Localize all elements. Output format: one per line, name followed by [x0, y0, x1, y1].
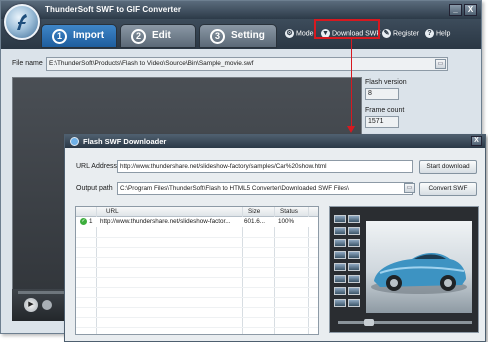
tab-number: 3 — [210, 29, 225, 44]
thumbnail[interactable] — [348, 299, 360, 307]
url-address-input[interactable]: http://www.thundershare.net/slideshow-fa… — [117, 160, 413, 173]
tab-number: 1 — [52, 29, 67, 44]
play-icon: ▶ — [28, 301, 34, 308]
thumbnail[interactable] — [334, 299, 346, 307]
dialog-close-button[interactable]: X — [471, 136, 482, 146]
swf-downloader-dialog: Flash SWF Downloader X URL Address http:… — [64, 134, 486, 342]
convert-swf-button[interactable]: Convert SWF — [419, 182, 477, 196]
row-divider — [76, 307, 318, 308]
download-swf-highlight — [314, 19, 380, 39]
column-header-size[interactable]: Size — [248, 208, 260, 215]
gear-icon: ⚙ — [285, 29, 294, 38]
table-row[interactable]: ✓ 1 http://www.thundershare.net/slidesho… — [76, 217, 318, 227]
tab-label: Import — [73, 30, 105, 41]
car-preview-image — [366, 221, 472, 313]
preview-slider-handle[interactable] — [364, 319, 374, 326]
output-path-value: C:\Program Files\ThunderSoft\Flash to HT… — [120, 185, 349, 192]
connector-arrow-icon — [347, 126, 355, 133]
tab-number: 2 — [131, 29, 146, 44]
tab-label: Edit — [152, 30, 171, 41]
row-number: 1 — [89, 218, 93, 225]
thumbnail[interactable] — [348, 275, 360, 283]
dialog-app-icon — [70, 137, 79, 146]
file-name-field[interactable]: E:\ThunderSoft\Products\Flash to Video\S… — [46, 57, 448, 71]
register-label: Register — [393, 30, 420, 38]
row-divider — [76, 257, 318, 258]
output-path-label: Output path — [76, 185, 113, 192]
preview-slider-track[interactable] — [338, 321, 472, 324]
flash-version-label: Flash version — [365, 79, 407, 86]
row-url: http://www.thundershare.net/slideshow-fa… — [100, 218, 231, 225]
row-divider — [76, 237, 318, 238]
car-image — [371, 253, 467, 294]
thumbnail[interactable] — [334, 287, 346, 295]
connector-line — [351, 39, 352, 128]
mode-button[interactable]: ⚙ Mode — [285, 29, 314, 38]
close-button[interactable]: X — [464, 4, 477, 16]
tab-setting[interactable]: 3 Setting — [199, 24, 277, 48]
folder-icon: ▭ — [406, 185, 413, 191]
thumbnail[interactable] — [334, 227, 346, 235]
row-divider — [76, 277, 318, 278]
tab-label: Setting — [231, 30, 265, 41]
play-button[interactable]: ▶ — [24, 298, 38, 312]
row-divider — [76, 287, 318, 288]
row-status: 100% — [278, 218, 295, 225]
title-bar: ThunderSoft SWF to GIF Converter _ X — [1, 1, 481, 19]
help-icon: ? — [425, 29, 434, 38]
thumbnail[interactable] — [334, 263, 346, 271]
column-header-url[interactable]: URL — [106, 208, 119, 215]
thumbnail[interactable] — [348, 227, 360, 235]
swf-preview-panel — [329, 206, 479, 333]
file-name-label: File name — [12, 60, 43, 67]
key-icon: ✎ — [382, 29, 391, 38]
help-button[interactable]: ? Help — [425, 29, 450, 38]
help-label: Help — [436, 30, 451, 38]
thumbnail[interactable] — [334, 215, 346, 223]
tab-edit[interactable]: 2 Edit — [120, 24, 196, 48]
thumbnail[interactable] — [334, 239, 346, 247]
stop-button[interactable] — [42, 300, 52, 310]
thumbnail[interactable] — [348, 263, 360, 271]
thumbnail[interactable] — [348, 239, 360, 247]
mode-label: Mode — [296, 30, 314, 38]
browse-folder-button[interactable]: ▭ — [435, 59, 446, 69]
output-path-input[interactable]: C:\Program Files\ThunderSoft\Flash to HT… — [117, 182, 413, 195]
row-size: 601.6... — [244, 218, 266, 225]
dialog-title: Flash SWF Downloader — [83, 137, 167, 146]
frame-count-label: Frame count — [365, 107, 405, 114]
file-name-value: E:\ThunderSoft\Products\Flash to Video\S… — [49, 60, 254, 67]
list-header: URL Size Status — [76, 207, 318, 217]
flash-logo-icon — [17, 14, 27, 30]
dialog-title-bar: Flash SWF Downloader X — [65, 135, 485, 148]
thumbnail[interactable] — [334, 251, 346, 259]
toolbar: 1 Import 2 Edit 3 Setting ⚙ Mode ▼ Downloa… — [1, 19, 481, 49]
row-divider — [76, 267, 318, 268]
row-divider — [76, 297, 318, 298]
column-header-status[interactable]: Status — [280, 208, 298, 215]
app-title: ThunderSoft SWF to GIF Converter — [45, 5, 182, 14]
thumbnail[interactable] — [348, 215, 360, 223]
frame-count-field: 1571 — [365, 116, 399, 128]
row-divider — [76, 247, 318, 248]
folder-icon: ▭ — [437, 61, 444, 67]
output-browse-button[interactable]: ▭ — [404, 183, 415, 193]
flash-version-field: 8 — [365, 88, 399, 100]
row-divider — [76, 327, 318, 328]
register-button[interactable]: ✎ Register — [382, 29, 419, 38]
check-icon: ✓ — [80, 218, 87, 225]
minimize-button[interactable]: _ — [449, 4, 462, 16]
row-divider — [76, 317, 318, 318]
url-address-label: URL Address — [76, 163, 117, 170]
app-logo — [4, 4, 40, 40]
thumbnail[interactable] — [348, 287, 360, 295]
start-download-button[interactable]: Start download — [419, 160, 477, 174]
thumbnail[interactable] — [334, 275, 346, 283]
tab-import[interactable]: 1 Import — [41, 24, 117, 48]
thumbnail[interactable] — [348, 251, 360, 259]
download-list: URL Size Status ✓ 1 http://www.thundersh… — [75, 206, 319, 335]
